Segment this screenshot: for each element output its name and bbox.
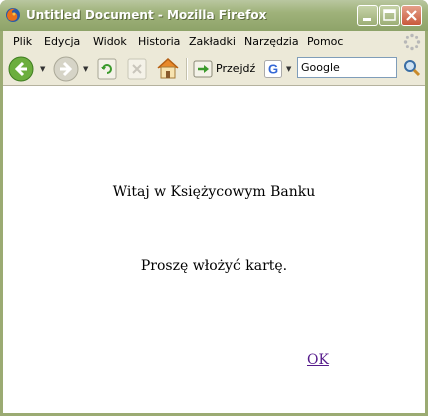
forward-arrow-icon[interactable] xyxy=(53,56,79,82)
menu-bar: Plik Edycja Widok Historia Zakładki Narz… xyxy=(3,31,425,53)
forward-dropdown-icon[interactable]: ▼ xyxy=(83,65,88,73)
menu-historia[interactable]: Historia xyxy=(138,35,180,48)
google-search-icon[interactable]: G xyxy=(264,60,282,78)
menu-widok[interactable]: Widok xyxy=(93,35,127,48)
reload-icon[interactable] xyxy=(97,58,117,80)
ok-link[interactable]: OK xyxy=(307,352,329,368)
menu-zakladki[interactable]: Zakładki xyxy=(189,35,236,48)
search-engine-dropdown-icon[interactable]: ▼ xyxy=(286,65,291,73)
insert-card-prompt: Proszę włożyć kartę. xyxy=(140,258,288,274)
page-content: Witaj w Księżycowym Banku Proszę włożyć … xyxy=(3,86,425,413)
greeting-text: Witaj w Księżycowym Banku xyxy=(112,184,316,200)
minimize-button[interactable] xyxy=(357,5,378,26)
close-icon xyxy=(406,10,417,21)
go-button-label[interactable]: Przejdź xyxy=(216,62,255,75)
search-input[interactable] xyxy=(297,57,397,78)
throbber-icon xyxy=(403,33,421,51)
home-icon[interactable] xyxy=(155,56,181,80)
magnifier-icon[interactable] xyxy=(403,59,421,77)
navigation-toolbar: ▼ ▼ Przejdź G ▼ Google xyxy=(3,53,425,86)
maximize-icon xyxy=(383,9,396,21)
toolbar-separator xyxy=(186,58,188,80)
firefox-icon xyxy=(6,8,20,22)
back-dropdown-icon[interactable]: ▼ xyxy=(40,65,45,73)
go-icon[interactable] xyxy=(193,60,213,78)
minimize-icon xyxy=(363,18,371,21)
menu-narzedzia[interactable]: Narzędzia xyxy=(244,35,299,48)
title-bar[interactable]: Untitled Document - Mozilla Firefox xyxy=(0,0,428,31)
stop-icon[interactable] xyxy=(127,58,147,80)
close-button[interactable] xyxy=(401,5,422,26)
back-arrow-icon[interactable] xyxy=(8,56,34,82)
menu-edycja[interactable]: Edycja xyxy=(44,35,80,48)
maximize-button[interactable] xyxy=(379,5,400,26)
menu-plik[interactable]: Plik xyxy=(13,35,32,48)
browser-window: Untitled Document - Mozilla Firefox Plik… xyxy=(0,0,428,416)
window-title: Untitled Document - Mozilla Firefox xyxy=(26,8,267,22)
svg-text:G: G xyxy=(268,62,278,77)
menu-pomoc[interactable]: Pomoc xyxy=(307,35,343,48)
